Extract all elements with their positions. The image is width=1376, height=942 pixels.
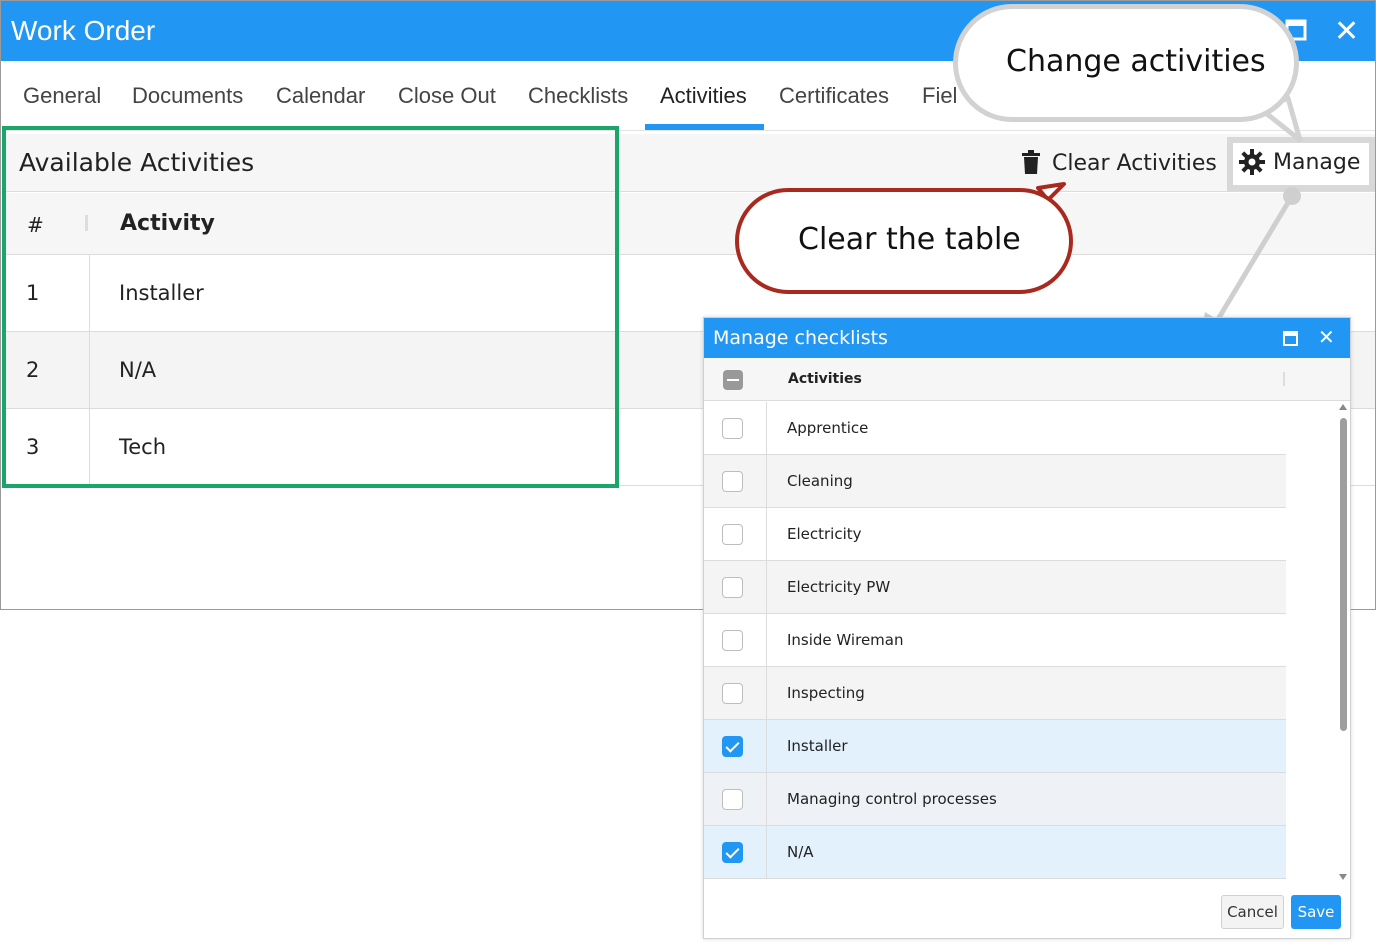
dialog-grid-header: Activities: [704, 358, 1350, 401]
manage-button[interactable]: Manage: [1227, 137, 1375, 191]
cell-divider: [766, 455, 767, 508]
tab-calendar[interactable]: Calendar: [276, 83, 365, 109]
item-label: N/A: [787, 843, 814, 861]
cell-divider: [766, 614, 767, 667]
scroll-up-icon[interactable]: [1339, 404, 1347, 410]
clear-activities-button[interactable]: Clear Activities: [1019, 147, 1217, 181]
item-checkbox-checked[interactable]: [722, 842, 743, 863]
dialog-close-icon[interactable]: ✕: [1318, 325, 1335, 349]
list-item[interactable]: Electricity PW: [704, 561, 1286, 614]
item-label: Electricity: [787, 525, 862, 543]
dialog-footer: Cancel Save: [704, 882, 1350, 938]
item-checkbox[interactable]: [722, 577, 743, 598]
list-item[interactable]: Apprentice: [704, 402, 1286, 455]
dialog-title: Manage checklists: [713, 327, 888, 349]
tab-general[interactable]: General: [23, 83, 101, 109]
list-item[interactable]: Cleaning: [704, 455, 1286, 508]
manage-label: Manage: [1273, 150, 1361, 175]
item-checkbox-checked[interactable]: [722, 736, 743, 757]
item-checkbox[interactable]: [722, 789, 743, 810]
trash-icon: [1022, 150, 1040, 178]
cell-divider: [766, 773, 767, 826]
cancel-button[interactable]: Cancel: [1221, 895, 1284, 929]
dialog-title-bar: Manage checklists ✕: [704, 318, 1350, 358]
item-checkbox[interactable]: [722, 630, 743, 651]
tab-fields[interactable]: Fiel: [922, 83, 957, 109]
cell-divider: [766, 508, 767, 561]
gear-icon: [1239, 149, 1265, 179]
cell-divider: [766, 402, 767, 455]
window-title: Work Order: [11, 15, 156, 46]
item-label: Apprentice: [787, 419, 869, 437]
scroll-down-icon[interactable]: [1339, 874, 1347, 880]
list-item[interactable]: Inside Wireman: [704, 614, 1286, 667]
item-checkbox[interactable]: [722, 471, 743, 492]
scrollbar-thumb[interactable]: [1340, 418, 1347, 731]
item-checkbox[interactable]: [722, 683, 743, 704]
close-icon[interactable]: ✕: [1334, 17, 1359, 47]
item-label: Managing control processes: [787, 790, 997, 808]
dialog-column-header[interactable]: Activities: [788, 371, 862, 387]
item-label: Installer: [787, 737, 848, 755]
callout-clear-table-text: Clear the table: [798, 222, 1021, 257]
tab-documents[interactable]: Documents: [132, 83, 243, 109]
select-all-checkbox[interactable]: [723, 370, 743, 390]
clear-activities-label: Clear Activities: [1052, 151, 1217, 176]
tab-certificates[interactable]: Certificates: [779, 83, 889, 109]
cell-divider: [766, 561, 767, 614]
save-button[interactable]: Save: [1291, 895, 1341, 929]
highlight-frame: [2, 126, 619, 488]
list-item[interactable]: Electricity: [704, 508, 1286, 561]
tab-close-out[interactable]: Close Out: [398, 83, 496, 109]
activity-checklist: Apprentice Cleaning Electricity Electric…: [704, 402, 1286, 882]
item-label: Cleaning: [787, 472, 853, 490]
item-label: Electricity PW: [787, 578, 891, 596]
manage-checklists-dialog: Manage checklists ✕ Activities Apprentic…: [703, 317, 1351, 939]
cell-divider: [766, 826, 767, 879]
cell-divider: [766, 667, 767, 720]
tab-checklists[interactable]: Checklists: [528, 83, 628, 109]
dialog-maximize-icon[interactable]: [1283, 327, 1298, 351]
list-item[interactable]: Installer: [704, 720, 1286, 773]
list-item[interactable]: Inspecting: [704, 667, 1286, 720]
item-label: Inspecting: [787, 684, 865, 702]
tab-activities[interactable]: Activities: [660, 83, 747, 109]
item-checkbox[interactable]: [722, 524, 743, 545]
list-item[interactable]: N/A: [704, 826, 1286, 879]
list-item[interactable]: Managing control processes: [704, 773, 1286, 826]
column-resizer[interactable]: [1283, 372, 1285, 386]
item-label: Inside Wireman: [787, 631, 904, 649]
cell-divider: [766, 720, 767, 773]
item-checkbox[interactable]: [722, 418, 743, 439]
active-tab-indicator: [645, 124, 764, 130]
callout-change-activities-text: Change activities: [1006, 44, 1266, 79]
